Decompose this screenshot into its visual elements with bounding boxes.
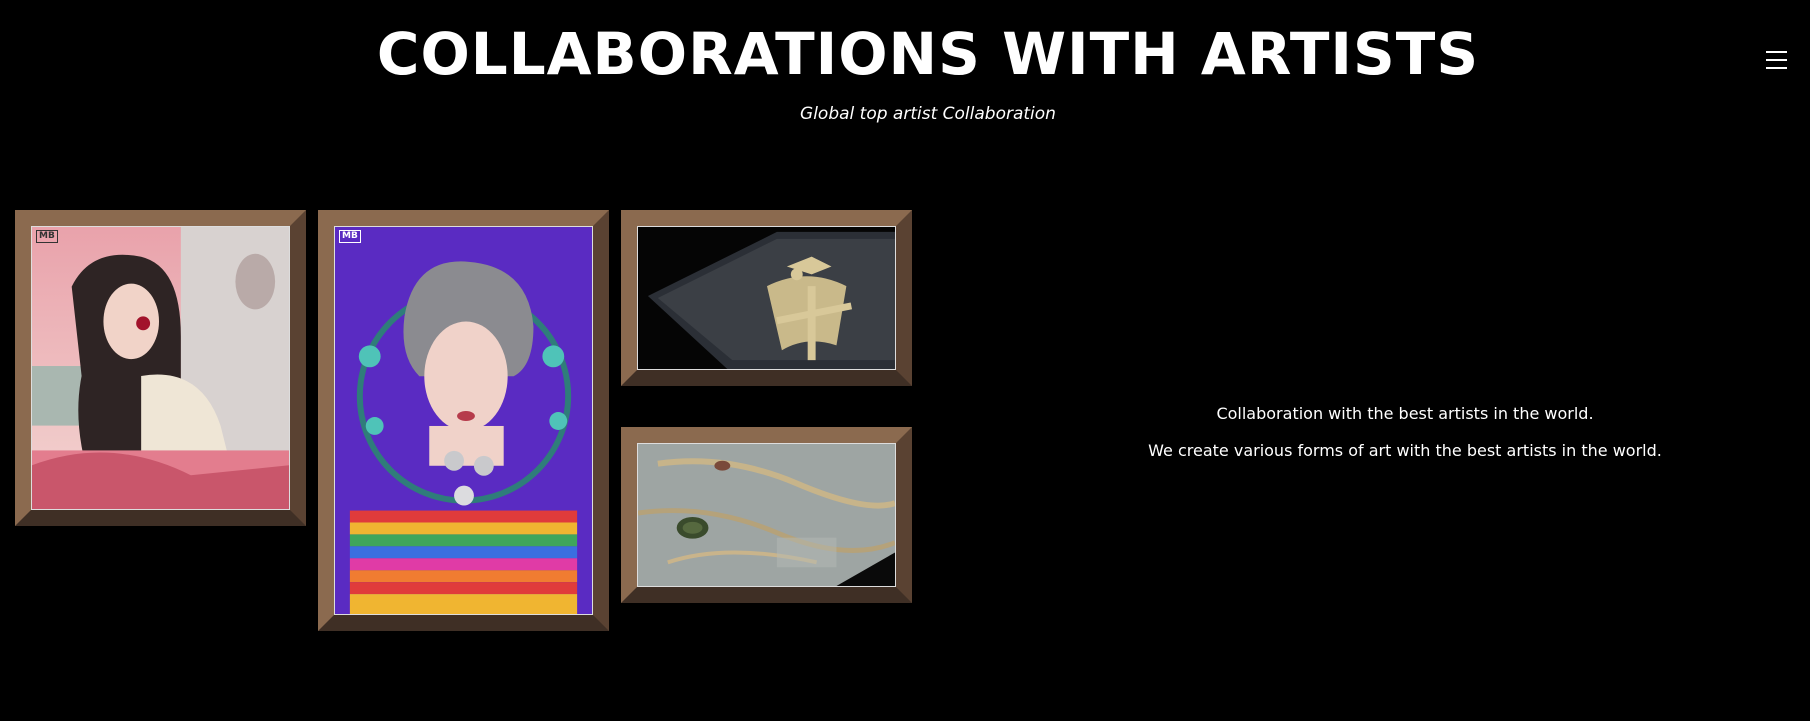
curly-hair-illustration [335,227,592,614]
description-line-2: We create various forms of art with the … [1148,441,1662,460]
artwork-image-textured-surface [637,443,896,587]
artwork-image-engraved-plate [637,226,896,370]
textured-surface-photo [638,444,895,586]
hamburger-menu-icon[interactable] [1766,50,1787,70]
girl-cherry-illustration [32,227,289,509]
artwork-frame-1[interactable]: MB [15,210,306,526]
menu-bar [1766,59,1787,61]
artwork-image-curly-hair: MB [334,226,593,615]
description-line-1: Collaboration with the best artists in t… [1216,404,1594,423]
menu-bar [1766,51,1787,53]
artwork-stamp: MB [339,230,361,243]
page-title: COLLABORATIONS WITH ARTISTS [376,20,1480,88]
artwork-stamp: MB [36,230,58,243]
menu-bar [1766,67,1787,69]
artwork-image-girl-cherry: MB [31,226,290,510]
artwork-frame-3[interactable] [621,210,912,386]
artwork-frame-4[interactable] [621,427,912,603]
artwork-frame-2[interactable]: MB [318,210,609,631]
collaboration-description: Collaboration with the best artists in t… [1000,403,1810,477]
page-subtitle: Global top artist Collaboration [800,104,1056,124]
engraved-plate-photo [638,227,895,369]
